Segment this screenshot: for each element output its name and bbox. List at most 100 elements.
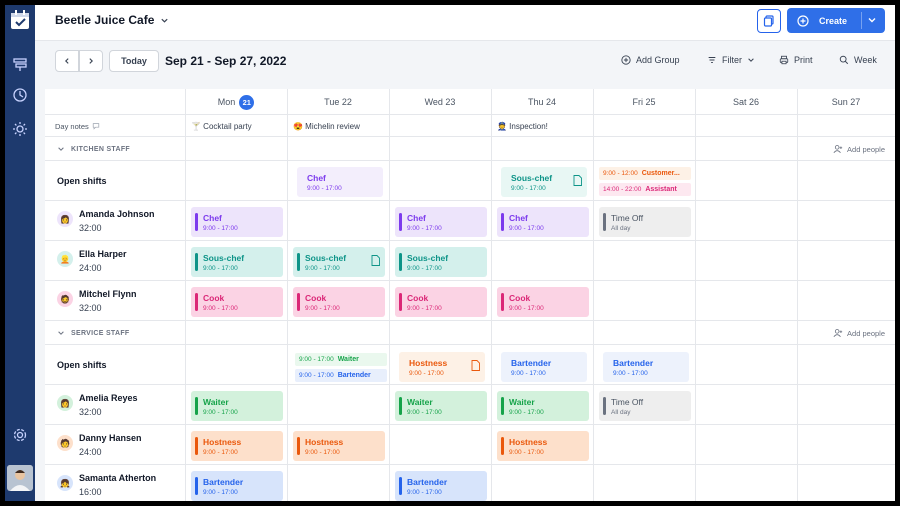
clock-icon[interactable] xyxy=(10,85,30,105)
shift-card[interactable]: Waiter 9:00 - 17:00 xyxy=(395,391,487,421)
day-header-fri[interactable]: Fri 25 xyxy=(593,89,695,115)
add-people-button[interactable]: Add people xyxy=(833,328,885,338)
person-avatar: 👩 xyxy=(57,395,73,411)
shift-card[interactable]: Cook 9:00 - 17:00 xyxy=(293,287,385,317)
person-cell[interactable]: 🧔 Mitchel Flynn 32:00 xyxy=(45,281,185,321)
shift-card[interactable]: Waiter 9:00 - 17:00 xyxy=(497,391,589,421)
sun-icon[interactable] xyxy=(10,119,30,139)
shift-card[interactable]: Cook 9:00 - 17:00 xyxy=(191,287,283,317)
shift-card[interactable]: Sous-chef 9:00 - 17:00 xyxy=(191,247,283,277)
user-avatar[interactable] xyxy=(7,465,33,491)
today-button[interactable]: Today xyxy=(109,50,159,72)
plus-circle-icon xyxy=(797,14,809,27)
next-week-button[interactable] xyxy=(79,50,103,72)
today-badge: 21 xyxy=(239,94,255,110)
person-cell[interactable]: 👩 Amelia Reyes 32:00 xyxy=(45,385,185,425)
section-toggle[interactable]: KITCHEN STAFF xyxy=(57,145,130,153)
settings-gear-icon[interactable] xyxy=(10,425,30,445)
open-shift-mini[interactable]: 9:00 - 12:00 Customer... xyxy=(599,167,691,180)
shift-card[interactable]: Sous-chef 9:00 - 17:00 xyxy=(293,247,385,277)
day-header-tue[interactable]: Tue 22 xyxy=(287,89,389,115)
create-button[interactable]: Create xyxy=(787,8,885,33)
toolbar: Today Sep 21 - Sep 27, 2022 Add Group Fi… xyxy=(35,41,895,85)
copy-schedule-button[interactable] xyxy=(757,9,781,33)
shift-card[interactable]: Bartender 9:00 - 17:00 xyxy=(191,471,283,501)
person-name: Amelia Reyes xyxy=(79,393,138,403)
day-note-mon[interactable]: 🍸 Cocktail party xyxy=(185,115,287,137)
day-note-tue[interactable]: 😍 Michelin review xyxy=(287,115,389,137)
row-open-shifts-kitchen: Open shifts xyxy=(45,161,895,201)
schedule-grid: Mon 21 Tue 22 Wed 23 Thu 24 Fri 25 Sat 2… xyxy=(45,89,895,501)
shift-card[interactable]: Hostness 9:00 - 17:00 xyxy=(293,431,385,461)
workspace-selector[interactable]: Beetle Juice Cafe xyxy=(55,13,169,27)
shift-card[interactable]: Sous-chef 9:00 - 17:00 xyxy=(501,167,587,197)
day-header-thu[interactable]: Thu 24 xyxy=(491,89,593,115)
document-icon xyxy=(471,360,480,371)
shift-card[interactable]: Bartender 9:00 - 17:00 xyxy=(501,352,587,382)
person-name: Samanta Atherton xyxy=(79,473,157,483)
person-avatar: 👧 xyxy=(57,475,73,491)
person-cell[interactable]: 👧 Samanta Atherton 16:00 xyxy=(45,465,185,501)
day-header-mon[interactable]: Mon 21 xyxy=(185,89,287,115)
section-kitchen-staff: KITCHEN STAFF Add people xyxy=(45,137,895,161)
shift-card[interactable]: Bartender 9:00 - 17:00 xyxy=(395,471,487,501)
shift-card[interactable]: Hostness 9:00 - 17:00 xyxy=(497,431,589,461)
person-cell[interactable]: 👱 Ella Harper 24:00 xyxy=(45,241,185,281)
filter-button[interactable]: Filter xyxy=(707,55,755,65)
comment-icon xyxy=(92,123,99,130)
view-label: Week xyxy=(854,55,877,65)
document-icon xyxy=(371,255,380,266)
shift-card[interactable]: Sous-chef 9:00 - 17:00 xyxy=(395,247,487,277)
open-shift-mini[interactable]: 9:00 - 17:00 Waiter xyxy=(295,353,387,366)
person-avatar: 🧑 xyxy=(57,435,73,451)
add-group-button[interactable]: Add Group xyxy=(621,55,680,65)
day-header-wed[interactable]: Wed 23 xyxy=(389,89,491,115)
open-shift-mini[interactable]: 9:00 - 17:00 Bartender xyxy=(295,369,387,382)
section-toggle[interactable]: SERVICE STAFF xyxy=(57,329,129,337)
shift-card[interactable]: Chef 9:00 - 17:00 xyxy=(191,207,283,237)
row-person: 🧑 Danny Hansen 24:00 xyxy=(45,425,895,465)
person-name: Danny Hansen xyxy=(79,433,142,443)
chevron-down-icon[interactable] xyxy=(867,15,877,25)
day-note-sun[interactable] xyxy=(797,115,895,137)
add-people-button[interactable]: Add people xyxy=(833,144,885,154)
shift-card[interactable]: Chef 9:00 - 17:00 xyxy=(395,207,487,237)
section-title: KITCHEN STAFF xyxy=(71,145,130,153)
shift-card[interactable]: Cook 9:00 - 17:00 xyxy=(395,287,487,317)
day-note-sat[interactable] xyxy=(695,115,797,137)
time-off-card[interactable]: Time Off All day xyxy=(599,207,691,237)
shift-card[interactable]: Hostness 9:00 - 17:00 xyxy=(399,352,485,382)
previous-week-button[interactable] xyxy=(55,50,79,72)
open-shift-mini[interactable]: 14:00 - 22:00 Assistant xyxy=(599,183,691,196)
person-cell[interactable]: 👩 Amanda Johnson 32:00 xyxy=(45,201,185,241)
person-hours: 24:00 xyxy=(79,263,102,273)
filter-label: Filter xyxy=(722,55,742,65)
day-note-thu[interactable]: 👮 Inspection! xyxy=(491,115,593,137)
view-selector[interactable]: Week xyxy=(839,55,877,65)
person-cell[interactable]: 🧑 Danny Hansen 24:00 xyxy=(45,425,185,465)
printer-icon xyxy=(779,55,789,65)
chevron-down-icon xyxy=(58,147,64,151)
shift-card[interactable]: Cook 9:00 - 17:00 xyxy=(497,287,589,317)
shift-card[interactable]: Chef 9:00 - 17:00 xyxy=(297,167,383,197)
app-window: Beetle Juice Cafe Create Today Sep 21 - … xyxy=(5,5,895,501)
chevron-down-icon xyxy=(161,18,169,23)
print-button[interactable]: Print xyxy=(779,55,813,65)
day-note-fri[interactable] xyxy=(593,115,695,137)
schedule-icon[interactable] xyxy=(10,55,30,75)
shift-card[interactable]: Bartender 9:00 - 17:00 xyxy=(603,352,689,382)
zoom-icon xyxy=(839,55,849,65)
shift-card[interactable]: Waiter 9:00 - 17:00 xyxy=(191,391,283,421)
person-hours: 32:00 xyxy=(79,407,102,417)
person-name: Ella Harper xyxy=(79,249,127,259)
day-note-wed[interactable] xyxy=(389,115,491,137)
shift-card[interactable]: Hostness 9:00 - 17:00 xyxy=(191,431,283,461)
person-hours: 16:00 xyxy=(79,487,102,497)
shift-card[interactable]: Chef 9:00 - 17:00 xyxy=(497,207,589,237)
day-header-sat[interactable]: Sat 26 xyxy=(695,89,797,115)
calendar-logo-icon[interactable] xyxy=(9,9,31,31)
person-hours: 32:00 xyxy=(79,223,102,233)
print-label: Print xyxy=(794,55,813,65)
time-off-card[interactable]: Time Off All day xyxy=(599,391,691,421)
day-header-sun[interactable]: Sun 27 xyxy=(797,89,895,115)
